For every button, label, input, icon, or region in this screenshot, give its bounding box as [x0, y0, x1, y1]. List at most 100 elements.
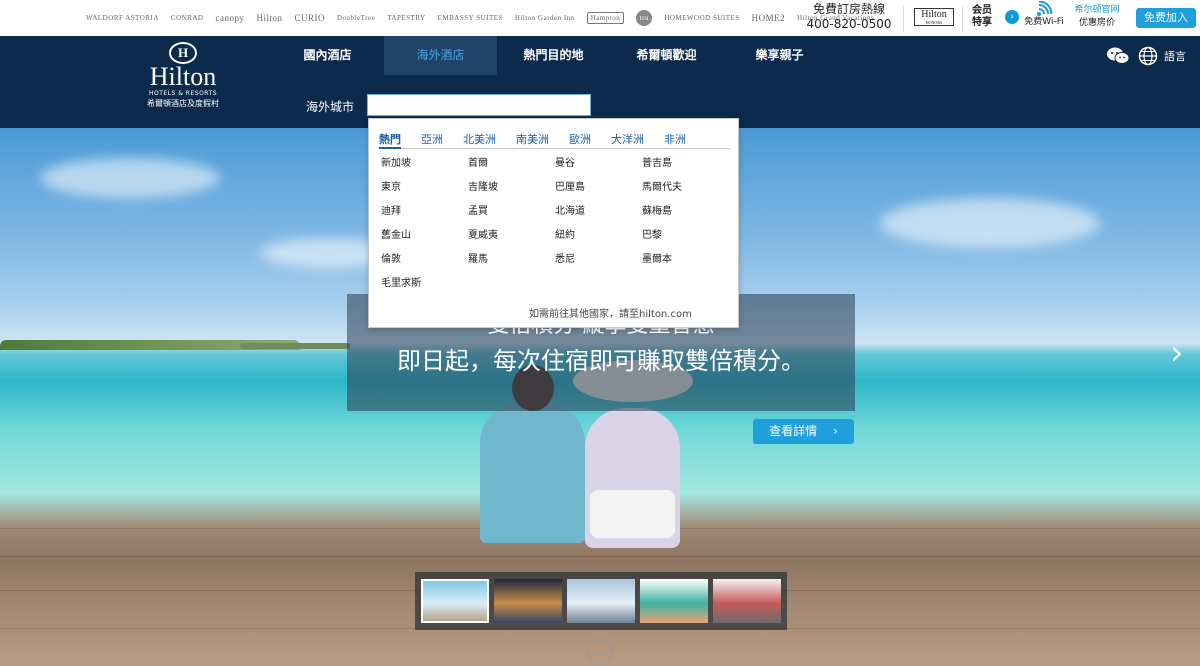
- globe-icon[interactable]: [1138, 46, 1158, 66]
- city-option[interactable]: 普吉島: [642, 157, 729, 171]
- tab-domestic-hotels[interactable]: 國內酒店: [271, 36, 384, 75]
- brand-logo[interactable]: EMBASSY SUITES: [438, 14, 503, 22]
- join-free-button[interactable]: 免费加入: [1136, 8, 1196, 28]
- shorts: [590, 490, 675, 538]
- city-option[interactable]: 新加坡: [381, 157, 468, 171]
- city-option[interactable]: 巴黎: [642, 229, 729, 243]
- free-wifi[interactable]: 免费Wi-Fi: [1022, 0, 1066, 27]
- official-line2: 优惠房价: [1078, 18, 1115, 28]
- view-details-button[interactable]: 查看詳情 ›: [753, 419, 854, 444]
- member-line1: 会员: [972, 5, 992, 16]
- scroll-down-icon[interactable]: ⌄: [587, 639, 613, 665]
- city-option[interactable]: 夏威夷: [468, 229, 555, 243]
- city-option[interactable]: 舊金山: [381, 229, 468, 243]
- brand-logo[interactable]: CURIO: [294, 14, 325, 23]
- brand-logo[interactable]: Hilton: [256, 14, 282, 23]
- city-option[interactable]: 毛里求斯: [381, 277, 468, 291]
- region-tab[interactable]: 歐洲: [569, 131, 591, 149]
- honors-sub: HONORS: [925, 20, 943, 25]
- member-benefits[interactable]: 会员 特享: [972, 5, 992, 29]
- city-option[interactable]: 吉隆坡: [468, 181, 555, 195]
- brand-logo[interactable]: WALDORF ASTORIA: [86, 14, 159, 22]
- other-countries-note[interactable]: 如需前往其他國家，請至hilton.com: [529, 305, 692, 320]
- city-option[interactable]: 馬爾代夫: [642, 181, 729, 195]
- brand-logo[interactable]: TAPESTRY: [387, 14, 425, 22]
- carousel-thumbnail[interactable]: [567, 579, 635, 623]
- divider: [962, 6, 963, 32]
- hilton-honors-logo[interactable]: Hilton HONORS: [914, 8, 954, 26]
- brand-logo[interactable]: Hilton Garden Inn: [515, 14, 575, 22]
- language-label[interactable]: 語言: [1164, 48, 1186, 64]
- deck-line: [0, 556, 1200, 557]
- region-tab[interactable]: 南美洲: [516, 131, 549, 149]
- hotline-number: 400-820-0500: [806, 17, 892, 31]
- logo-sub: HOTELS & RESORTS: [148, 90, 218, 97]
- city-option[interactable]: 北海道: [555, 205, 642, 219]
- official-line1: 希尔顿官网: [1074, 5, 1120, 15]
- cloud: [40, 158, 220, 198]
- city-option[interactable]: 紐約: [555, 229, 642, 243]
- hilton-mark-icon: H: [169, 42, 197, 64]
- logo-cn: 希爾頓酒店及度假村: [147, 99, 219, 108]
- island: [240, 343, 350, 349]
- brand-logo[interactable]: HOMEWOOD SUITES: [664, 14, 739, 22]
- official-site-rates[interactable]: 希尔顿官网 优惠房价: [1070, 4, 1124, 30]
- region-tab[interactable]: 亞洲: [421, 131, 443, 149]
- banner-subtitle: 即日起，每次住宿即可賺取雙倍積分。: [397, 347, 805, 375]
- view-details-label: 查看詳情: [769, 424, 818, 438]
- carousel-thumbnails: [415, 572, 787, 630]
- city-option[interactable]: 首爾: [468, 157, 555, 171]
- region-tabs: 熱門 亞洲 北美洲 南美洲 歐洲 大洋洲 非洲: [379, 131, 731, 149]
- wifi-icon: [1037, 1, 1053, 16]
- tab-family[interactable]: 樂享親子: [723, 36, 836, 75]
- city-option[interactable]: 東京: [381, 181, 468, 195]
- city-option[interactable]: 羅馬: [468, 253, 555, 267]
- member-line2: 特享: [972, 17, 992, 28]
- wechat-icon[interactable]: [1106, 47, 1130, 65]
- brand-logo[interactable]: canopy: [215, 14, 244, 23]
- tab-overseas-hotels[interactable]: 海外酒店: [384, 36, 497, 75]
- nav-menu: 國內酒店 海外酒店 熱門目的地 希爾頓歡迎 樂享親子: [271, 36, 836, 75]
- brand-logo[interactable]: HOME2: [752, 14, 786, 23]
- city-option[interactable]: 巴厘島: [555, 181, 642, 195]
- tab-hilton-welcome[interactable]: 希爾頓歡迎: [610, 36, 723, 75]
- city-option[interactable]: 倫敦: [381, 253, 468, 267]
- divider: [903, 6, 904, 32]
- nav-icons: 語言: [1106, 46, 1186, 66]
- brand-logo[interactable]: CONRAD: [171, 14, 204, 22]
- tab-popular-destinations[interactable]: 熱門目的地: [497, 36, 610, 75]
- brand-bar: WALDORF ASTORIA CONRAD canopy Hilton CURIO Do…: [0, 0, 1200, 36]
- city-option[interactable]: 迪拜: [381, 205, 468, 219]
- brand-logo[interactable]: tru: [636, 10, 653, 26]
- person-figure: [480, 365, 585, 543]
- city-option[interactable]: 悉尼: [555, 253, 642, 267]
- overseas-city-label: 海外城市: [306, 100, 355, 114]
- honors-name: Hilton: [921, 9, 947, 20]
- carousel-next-arrow-icon[interactable]: ›: [1170, 336, 1184, 370]
- region-tab[interactable]: 北美洲: [463, 131, 496, 149]
- city-option[interactable]: 蘇梅島: [642, 205, 729, 219]
- carousel-thumbnail[interactable]: [494, 579, 562, 623]
- city-option[interactable]: 曼谷: [555, 157, 642, 171]
- city-list: 新加坡 首爾 曼谷 普吉島東京 吉隆坡 巴厘島 馬爾代夫迪拜 孟買 北海道 蘇梅島舊金山 夏威夷 紐約…: [381, 157, 733, 291]
- region-tab[interactable]: 大洋洲: [611, 131, 644, 149]
- region-tab[interactable]: 非洲: [664, 131, 686, 149]
- hotline-label: 免費訂房熱線: [812, 2, 885, 16]
- carousel-thumbnail[interactable]: [421, 579, 489, 623]
- wifi-label: 免费Wi-Fi: [1024, 17, 1064, 27]
- city-dropdown: 熱門 亞洲 北美洲 南美洲 歐洲 大洋洲 非洲 新加坡 首爾 曼谷 普吉島東京 吉隆坡 巴厘島 馬爾代夫…: [368, 118, 739, 328]
- city-option[interactable]: 孟買: [468, 205, 555, 219]
- brand-logo[interactable]: Hampton: [586, 12, 625, 24]
- region-tab[interactable]: 熱門: [379, 131, 401, 149]
- carousel-thumbnail[interactable]: [713, 579, 781, 623]
- hotline: 免費訂房熱線 400-820-0500: [806, 2, 892, 32]
- carousel-thumbnail[interactable]: [640, 579, 708, 623]
- hilton-logo[interactable]: H Hilton HOTELS & RESORTS 希爾頓酒店及度假村: [128, 42, 238, 110]
- overseas-city-input[interactable]: [367, 94, 591, 116]
- brand-logos: WALDORF ASTORIA CONRAD canopy Hilton CURIO Do…: [86, 0, 886, 36]
- brand-logo[interactable]: DoubleTree: [337, 14, 375, 22]
- city-option[interactable]: 墨爾本: [642, 253, 729, 267]
- cloud: [880, 198, 1100, 248]
- chevron-right-icon: ›: [833, 424, 838, 438]
- chevron-right-icon[interactable]: ›: [1005, 10, 1019, 24]
